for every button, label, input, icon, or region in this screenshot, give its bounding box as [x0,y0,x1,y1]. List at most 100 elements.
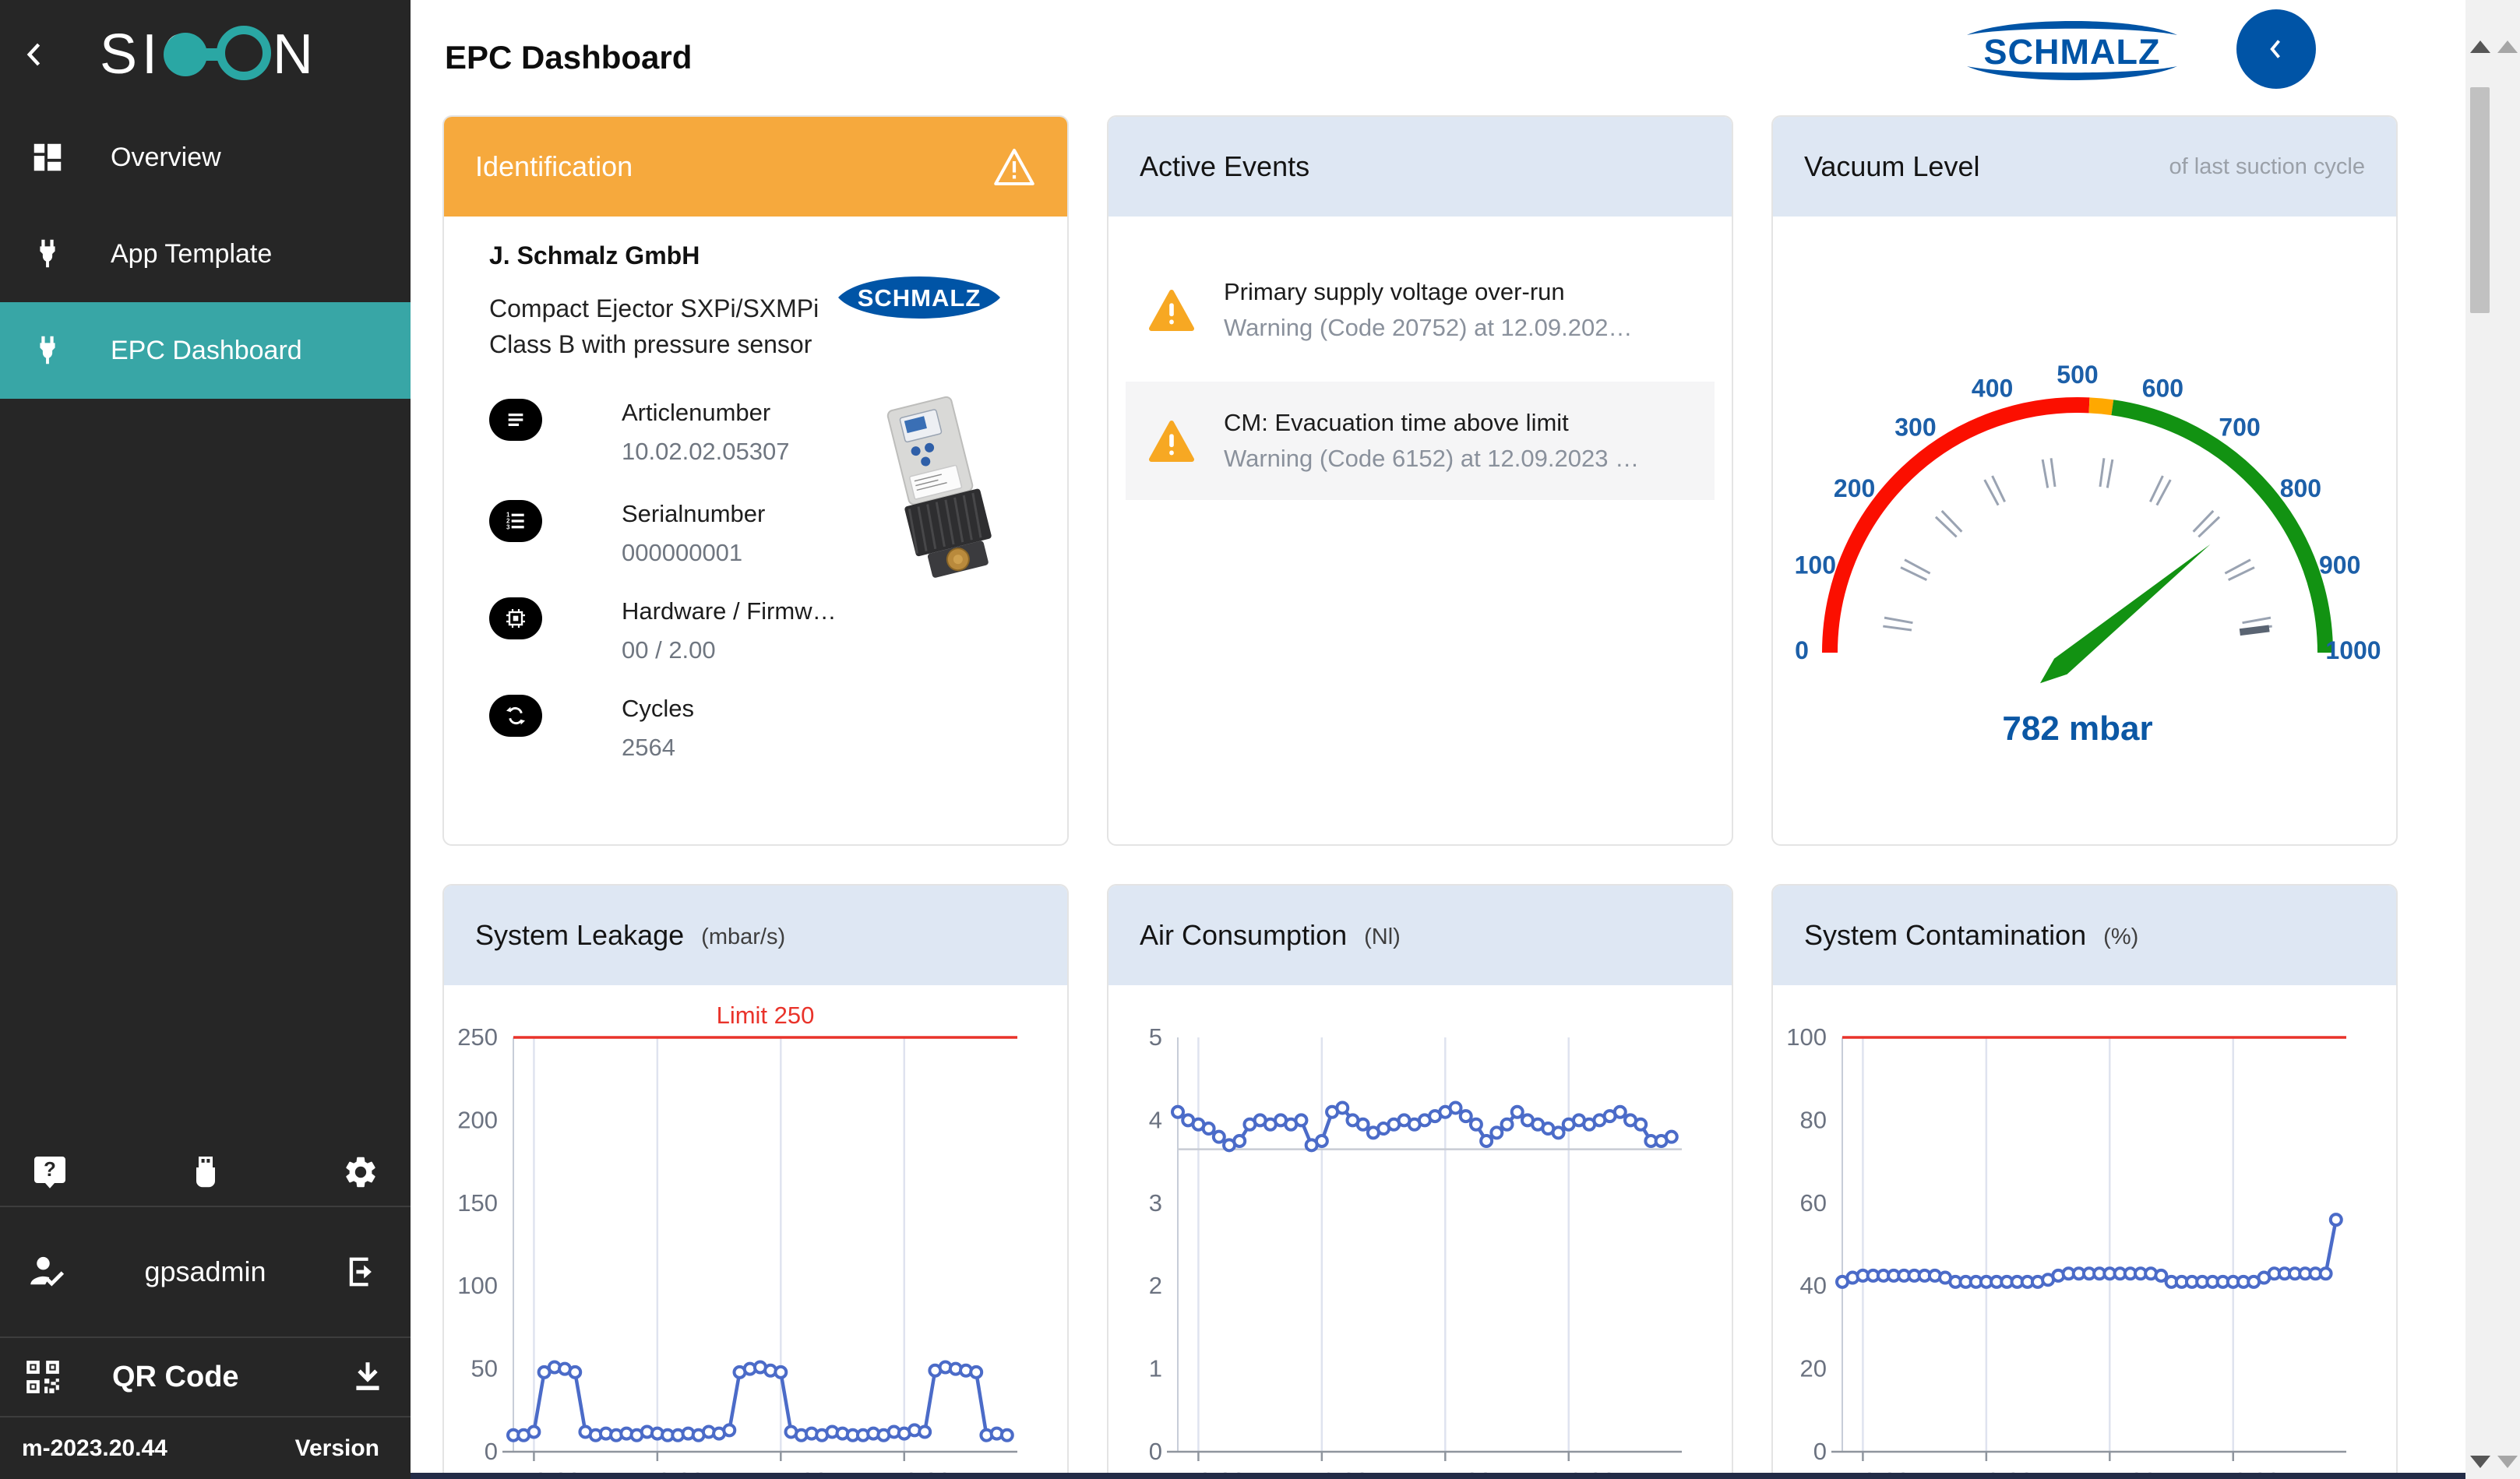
svg-text:SCHMALZ: SCHMALZ [858,284,982,312]
sidebar-tools-row: ? [0,1139,411,1206]
page-header: EPC Dashboard SCHMALZ [411,0,2465,115]
qr-code-label: QR Code [112,1361,348,1394]
svg-text:4: 4 [1149,1106,1162,1133]
field-cycles: Cycles 2564 [489,695,694,762]
usb-connector-icon[interactable] [187,1153,224,1191]
field-label: Cycles [622,695,694,723]
svg-text:5: 5 [1149,1023,1162,1051]
plug-icon [30,333,65,368]
sidebar-header: SI C N [0,0,411,109]
vacuum-gauge: 01002003004005006007008009001000782 mbar [1773,117,2398,846]
qr-code-icon [23,1358,62,1396]
scroll-up-arrow-icon[interactable] [2470,40,2490,53]
svg-text:20: 20 [1800,1355,1827,1382]
svg-text:900: 900 [2319,551,2360,579]
sidebar-item-overview[interactable]: Overview [0,109,411,206]
event-detail: Warning (Code 6152) at 12.09.2023 … [1224,445,1639,473]
username: gpsadmin [144,1255,266,1288]
card-title: System Contamination [1804,919,2086,952]
chevron-left-icon [2260,33,2293,65]
sidebar-collapse-button[interactable] [0,19,70,90]
page-scrollbar[interactable] [2494,0,2520,1479]
serial-list-icon: 123 [489,500,542,542]
scroll-down-arrow-icon[interactable] [2470,1456,2490,1468]
svg-text:3: 3 [1149,1189,1162,1217]
card-title: System Leakage [475,919,684,952]
card-unit: (Nl) [1364,921,1401,950]
sicon-logo: SI C N [100,23,318,86]
sidebar-item-label: Overview [111,143,221,173]
warning-icon [1147,288,1196,332]
field-value: 10.02.02.05307 [622,438,790,466]
field-value: 000000001 [622,539,765,567]
identification-card: Identification J. Schmalz GmbH Compact E… [442,115,1069,846]
scroll-down-arrow-icon[interactable] [2497,1456,2518,1468]
sidebar-item-label: App Template [111,239,272,269]
svg-text:0: 0 [1813,1438,1827,1465]
svg-text:250: 250 [457,1023,498,1051]
event-row[interactable]: CM: Evacuation time above limit Warning … [1126,382,1715,500]
svg-text:80: 80 [1800,1106,1827,1133]
help-icon[interactable]: ? [31,1153,69,1191]
field-label: Hardware / Firmw… [622,597,837,625]
version-label: Version [295,1435,379,1462]
sidebar-qr-row: QR Code [0,1338,411,1416]
collapse-panel-button[interactable] [2236,9,2316,89]
svg-text:200: 200 [457,1106,498,1133]
sidebar: SI C N Overview App Template EPC Dashboa… [0,0,411,1479]
event-title: Primary supply voltage over-run [1224,278,1632,306]
logo-text-si: SI [100,23,162,86]
logo-teal-dot [164,33,207,76]
vacuum-level-card: Vacuum Level of last suction cycle 01002… [1771,115,2398,846]
svg-text:0: 0 [485,1438,498,1465]
svg-text:300: 300 [1894,414,1936,442]
field-value: 2564 [622,734,694,762]
svg-text:100: 100 [1786,1023,1827,1051]
download-icon[interactable] [348,1358,387,1396]
svg-text:1: 1 [1149,1355,1162,1382]
cycles-icon [489,695,542,737]
system-contamination-card-header: System Contamination (%) [1773,886,2396,985]
scroll-up-arrow-icon[interactable] [2497,40,2518,53]
warning-icon [1147,419,1196,463]
svg-text:100: 100 [1795,551,1836,579]
system-leakage-card-header: System Leakage (mbar/s) [444,886,1067,985]
person-check-icon [28,1252,69,1292]
schmalz-logo-small: SCHMALZ [834,262,1005,333]
event-detail: Warning (Code 20752) at 12.09.202… [1224,314,1632,342]
svg-text:50: 50 [471,1355,498,1382]
company-name: J. Schmalz GmbH [489,241,700,270]
air-consumption-card-header: Air Consumption (Nl) [1108,886,1732,985]
svg-text:800: 800 [2280,474,2321,502]
chip-icon [489,597,542,639]
svg-text:40: 40 [1800,1272,1827,1299]
svg-text:SCHMALZ: SCHMALZ [1984,32,2161,72]
field-articlenumber: Articlenumber 10.02.02.05307 [489,399,790,466]
card-title: Active Events [1140,150,1309,183]
field-label: Articlenumber [622,399,790,427]
page-title: EPC Dashboard [445,39,692,76]
event-row[interactable]: Primary supply voltage over-run Warning … [1126,251,1715,369]
svg-text:500: 500 [2057,361,2098,389]
event-title: CM: Evacuation time above limit [1224,409,1639,437]
sidebar-item-epc-dashboard[interactable]: EPC Dashboard [0,302,411,399]
field-serialnumber: 123 Serialnumber 000000001 [489,500,765,567]
logout-icon[interactable] [342,1252,382,1292]
svg-text:0: 0 [1149,1438,1162,1465]
article-icon [489,399,542,441]
content-scrollbar[interactable] [2465,0,2494,1479]
warning-icon [992,146,1036,187]
svg-text:0: 0 [1795,636,1809,664]
svg-text:2: 2 [1149,1272,1162,1299]
svg-text:Limit 250: Limit 250 [717,1002,815,1029]
svg-text:150: 150 [457,1189,498,1217]
chevron-left-icon [18,37,52,72]
scrollbar-thumb[interactable] [2470,87,2490,313]
next-row-edge [411,1473,2520,1479]
sidebar-item-app-template[interactable]: App Template [0,206,411,302]
sidebar-menu: Overview App Template EPC Dashboard [0,109,411,399]
svg-text:782 mbar: 782 mbar [2002,710,2152,748]
field-value: 00 / 2.00 [622,636,837,664]
logo-text-n: N [273,23,318,86]
gear-icon[interactable] [342,1153,379,1191]
